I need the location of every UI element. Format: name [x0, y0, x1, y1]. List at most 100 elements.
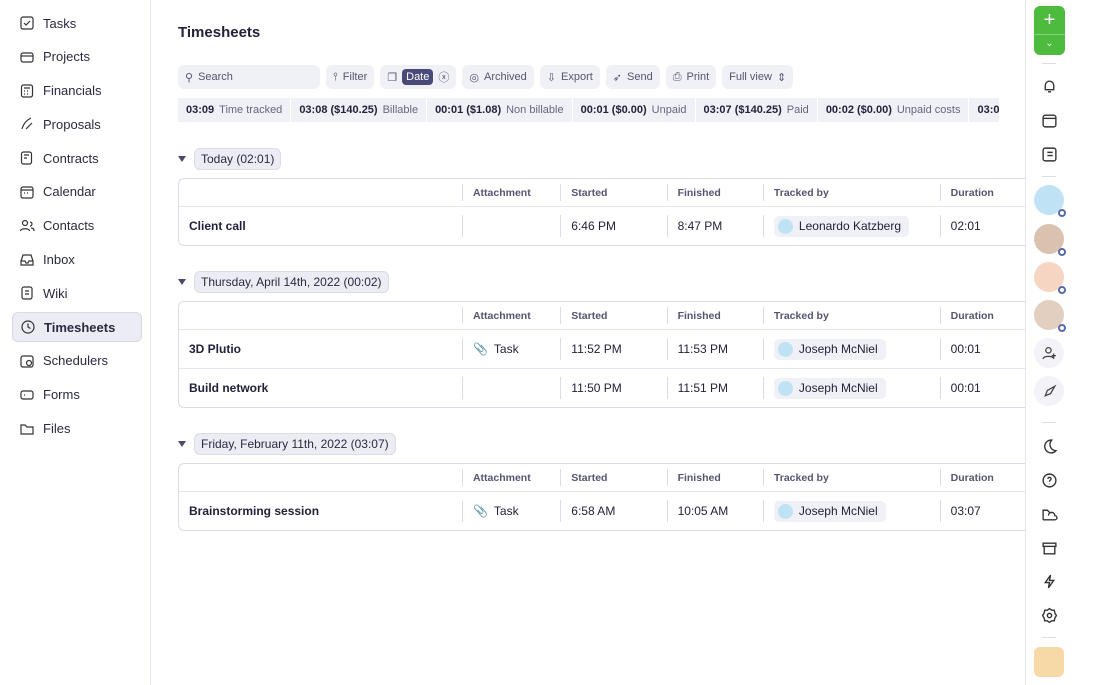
rocket-icon[interactable]: [1034, 376, 1064, 406]
sidebar-item-forms[interactable]: Forms: [12, 380, 142, 410]
cell-finished: 8:47 PM: [677, 219, 723, 233]
column-header[interactable]: Duration: [941, 464, 1025, 491]
send-button[interactable]: ➶ Send: [605, 65, 660, 89]
table-row[interactable]: Client call 6:46 PM 8:47 PM Leonardo Katzbe…: [179, 206, 1025, 245]
sidebar-item-label: Proposals: [43, 116, 101, 132]
user-avatar[interactable]: [1034, 647, 1064, 677]
column-header[interactable]: Duration: [941, 179, 1025, 206]
print-button[interactable]: ⎙ Print: [665, 65, 717, 89]
column-header[interactable]: Tracked by: [764, 302, 940, 329]
files-icon: [20, 423, 34, 435]
cell-duration: 00:01: [950, 381, 981, 395]
search-input[interactable]: ⚲ Search: [178, 65, 320, 89]
notes-icon[interactable]: [1035, 140, 1063, 168]
sidebar-item-projects[interactable]: Projects: [12, 42, 142, 72]
clock-icon: [21, 320, 35, 334]
cell-duration: 03:07: [950, 504, 981, 518]
column-header[interactable]: Started: [561, 179, 666, 206]
stat-item: 00:02 ($0.00) Unpaid costs: [817, 98, 970, 122]
sidebar-item-contracts[interactable]: Contracts: [12, 143, 142, 173]
sidebar-item-files[interactable]: Files: [12, 414, 142, 444]
timesheet-table: Attachment Started Finished Tracked by Durat…: [178, 463, 1025, 531]
group-header[interactable]: Friday, February 11th, 2022 (03:07): [178, 433, 396, 455]
calendar-icon[interactable]: [1035, 106, 1063, 134]
filter-button[interactable]: ⫯ Filter: [326, 65, 375, 89]
column-header[interactable]: Tracked by: [764, 179, 940, 206]
sidebar-item-label: Projects: [43, 49, 90, 65]
caret-down-icon[interactable]: [178, 279, 186, 285]
avatar[interactable]: [1034, 262, 1066, 294]
cloud-folder-icon[interactable]: [1035, 500, 1063, 528]
sidebar-item-label: Contracts: [43, 150, 99, 166]
column-header[interactable]: Duration: [941, 302, 1025, 329]
sidebar-item-schedulers[interactable]: Schedulers: [12, 346, 142, 376]
column-header[interactable]: Finished: [668, 302, 763, 329]
column-header[interactable]: Attachment: [463, 302, 560, 329]
sidebar-item-financials[interactable]: Financials: [12, 76, 142, 106]
caret-down-icon[interactable]: [178, 441, 186, 447]
sidebar-item-wiki[interactable]: Wiki: [12, 278, 142, 308]
column-header[interactable]: Finished: [668, 179, 763, 206]
column-header[interactable]: Attachment: [463, 464, 560, 491]
sidebar-item-inbox[interactable]: Inbox: [12, 245, 142, 275]
moon-icon[interactable]: [1035, 432, 1063, 460]
rocket-icon: ➶: [612, 71, 623, 84]
column-header[interactable]: Finished: [668, 464, 763, 491]
user-chip[interactable]: Joseph McNiel: [773, 377, 886, 399]
archived-button[interactable]: ◎ Archived: [462, 65, 534, 89]
table-row[interactable]: Brainstorming session 📎 Task 6:58 AM 10:05 A…: [179, 491, 1025, 530]
export-icon: ⇩: [546, 71, 556, 84]
table-header: Attachment Started Finished Tracked by Durat…: [179, 464, 1025, 491]
group-header[interactable]: Today (02:01): [178, 148, 282, 170]
add-button[interactable]: + ⌄: [1034, 6, 1065, 55]
column-header[interactable]: Tracked by: [764, 464, 940, 491]
clear-icon[interactable]: ⓧ: [438, 69, 449, 85]
sidebar-item-tasks[interactable]: Tasks: [12, 8, 142, 38]
search-icon: ⚲: [185, 71, 194, 84]
archive-icon[interactable]: [1035, 534, 1063, 562]
cell-tracked_by: Leonardo Katzberg: [764, 207, 940, 245]
pen-icon: [21, 117, 33, 130]
sidebar-item-proposals[interactable]: Proposals: [12, 109, 142, 139]
group-header[interactable]: Thursday, April 14th, 2022 (00:02): [178, 271, 389, 293]
table-row[interactable]: 3D Plutio 📎 Task 11:52 PM 11:53 PM Joseph McN…: [179, 329, 1025, 368]
column-header[interactable]: [179, 302, 462, 329]
gear-icon[interactable]: [1035, 601, 1063, 629]
user-chip[interactable]: Leonardo Katzberg: [773, 215, 909, 237]
avatar[interactable]: [1034, 224, 1066, 256]
avatar: [777, 503, 793, 519]
column-header[interactable]: Started: [561, 464, 666, 491]
avatar[interactable]: [1034, 185, 1066, 217]
column-header[interactable]: [179, 179, 462, 206]
table-row[interactable]: Build network 11:50 PM 11:51 PM Joseph McNi…: [179, 368, 1025, 407]
sidebar-item-calendar[interactable]: Calendar: [12, 177, 142, 207]
help-icon[interactable]: [1035, 466, 1063, 494]
sidebar-item-label: Wiki: [43, 285, 68, 301]
sidebar-item-contacts[interactable]: Contacts: [12, 211, 142, 241]
inbox-icon: [20, 253, 34, 266]
cell-started: 6:58 AM: [571, 504, 616, 518]
lightning-icon[interactable]: [1035, 567, 1063, 595]
column-header[interactable]: Attachment: [463, 179, 560, 206]
chevron-down-icon[interactable]: ⌄: [1034, 34, 1065, 55]
plus-icon: +: [1043, 9, 1056, 31]
user-chip[interactable]: Joseph McNiel: [773, 500, 886, 522]
cell-duration: 02:01: [950, 219, 981, 233]
timesheet-table: Attachment Started Finished Tracked by Durat…: [178, 301, 1025, 408]
avatar[interactable]: [1034, 300, 1066, 332]
caret-down-icon[interactable]: [178, 156, 186, 162]
column-header[interactable]: Started: [561, 302, 666, 329]
column-header[interactable]: [179, 464, 462, 491]
scheduler-icon: [20, 355, 34, 368]
view-select[interactable]: Full view ⇕: [722, 65, 794, 89]
add-user-icon[interactable]: [1034, 338, 1064, 368]
cell-finished: 10:05 AM: [677, 504, 729, 518]
right-rail: + ⌄: [1025, 0, 1094, 685]
cell-tracked_by: Joseph McNiel: [764, 369, 940, 407]
sidebar-item-timesheets[interactable]: Timesheets: [12, 312, 142, 343]
export-button[interactable]: ⇩ Export: [539, 65, 600, 89]
cell-attachment: [463, 207, 560, 245]
date-filter[interactable]: ❐ Date ⓧ: [380, 65, 457, 89]
bell-icon[interactable]: [1035, 72, 1063, 100]
user-chip[interactable]: Joseph McNiel: [773, 338, 886, 360]
